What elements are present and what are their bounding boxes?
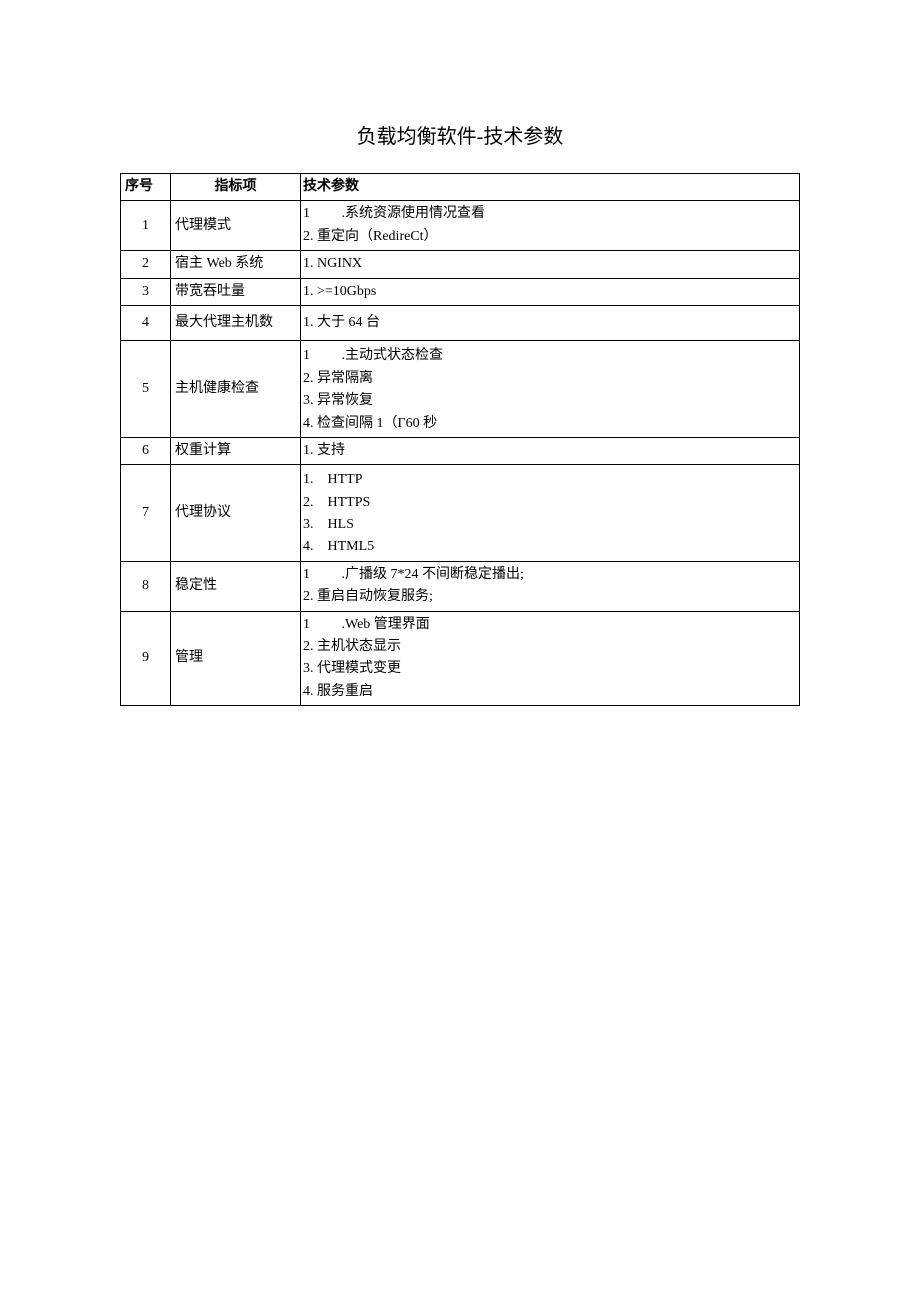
table-header-row: 序号 指标项 技术参数 [121, 174, 800, 201]
page-title: 负载均衡软件-技术参数 [120, 120, 800, 149]
param-line: 1 .Web 管理界面 [303, 614, 795, 636]
cell-param: 1 .广播级 7*24 不间断稳定播出; 2. 重启自动恢复服务; [301, 561, 800, 611]
cell-item: 权重计算 [171, 437, 301, 464]
param-line: 1. 大于 64 台 [303, 312, 795, 334]
cell-item: 代理协议 [171, 465, 301, 562]
cell-seq: 6 [121, 437, 171, 464]
cell-seq: 3 [121, 278, 171, 305]
param-line: 2. 异常隔离 [303, 368, 795, 390]
param-line: 4. HTML5 [303, 536, 795, 558]
cell-param: 1 .主动式状态检查 2. 异常隔离 3. 异常恢复 4. 检查间隔 1（Γ60… [301, 341, 800, 438]
cell-param: 1. 支持 [301, 437, 800, 464]
cell-seq: 4 [121, 305, 171, 340]
cell-seq: 5 [121, 341, 171, 438]
param-line: 4. 服务重启 [303, 681, 795, 703]
table-row: 2 宿主 Web 系统 1. NGINX [121, 251, 800, 278]
header-item: 指标项 [171, 174, 301, 201]
param-line: 2. HTTPS [303, 492, 795, 514]
cell-item: 最大代理主机数 [171, 305, 301, 340]
header-param: 技术参数 [301, 174, 800, 201]
cell-param: 1. HTTP 2. HTTPS 3. HLS 4. HTML5 [301, 465, 800, 562]
cell-param: 1. NGINX [301, 251, 800, 278]
table-row: 6 权重计算 1. 支持 [121, 437, 800, 464]
cell-seq: 8 [121, 561, 171, 611]
cell-seq: 2 [121, 251, 171, 278]
cell-item: 管理 [171, 611, 301, 706]
cell-seq: 7 [121, 465, 171, 562]
param-line: 3. HLS [303, 514, 795, 536]
cell-seq: 1 [121, 201, 171, 251]
cell-item: 主机健康检查 [171, 341, 301, 438]
param-line: 4. 检查间隔 1（Γ60 秒 [303, 413, 795, 435]
cell-item: 代理模式 [171, 201, 301, 251]
table-row: 5 主机健康检查 1 .主动式状态检查 2. 异常隔离 3. 异常恢复 4. 检… [121, 341, 800, 438]
cell-seq: 9 [121, 611, 171, 706]
table-row: 4 最大代理主机数 1. 大于 64 台 [121, 305, 800, 340]
param-line: 1 .广播级 7*24 不间断稳定播出; [303, 564, 795, 586]
header-seq: 序号 [121, 174, 171, 201]
param-line: 3. 代理模式变更 [303, 658, 795, 680]
table-row: 7 代理协议 1. HTTP 2. HTTPS 3. HLS 4. HTML5 [121, 465, 800, 562]
cell-param: 1. 大于 64 台 [301, 305, 800, 340]
param-line: 2. 重定向（RedireCt） [303, 226, 795, 248]
table-row: 1 代理模式 1 .系统资源使用情况查看 2. 重定向（RedireCt） [121, 201, 800, 251]
table-row: 9 管理 1 .Web 管理界面 2. 主机状态显示 3. 代理模式变更 4. … [121, 611, 800, 706]
param-line: 3. 异常恢复 [303, 390, 795, 412]
param-line: 1 .系统资源使用情况查看 [303, 203, 795, 225]
param-line: 2. 重启自动恢复服务; [303, 586, 795, 608]
cell-param: 1. >=10Gbps [301, 278, 800, 305]
param-line: 1 .主动式状态检查 [303, 345, 795, 367]
spec-table: 序号 指标项 技术参数 1 代理模式 1 .系统资源使用情况查看 2. 重定向（… [120, 173, 800, 706]
param-line: 1. NGINX [303, 253, 795, 275]
param-line: 1. HTTP [303, 469, 795, 491]
param-line: 2. 主机状态显示 [303, 636, 795, 658]
param-line: 1. >=10Gbps [303, 281, 795, 303]
cell-param: 1 .系统资源使用情况查看 2. 重定向（RedireCt） [301, 201, 800, 251]
cell-param: 1 .Web 管理界面 2. 主机状态显示 3. 代理模式变更 4. 服务重启 [301, 611, 800, 706]
table-row: 3 带宽吞吐量 1. >=10Gbps [121, 278, 800, 305]
cell-item: 稳定性 [171, 561, 301, 611]
table-row: 8 稳定性 1 .广播级 7*24 不间断稳定播出; 2. 重启自动恢复服务; [121, 561, 800, 611]
cell-item: 宿主 Web 系统 [171, 251, 301, 278]
cell-item: 带宽吞吐量 [171, 278, 301, 305]
param-line: 1. 支持 [303, 440, 795, 462]
